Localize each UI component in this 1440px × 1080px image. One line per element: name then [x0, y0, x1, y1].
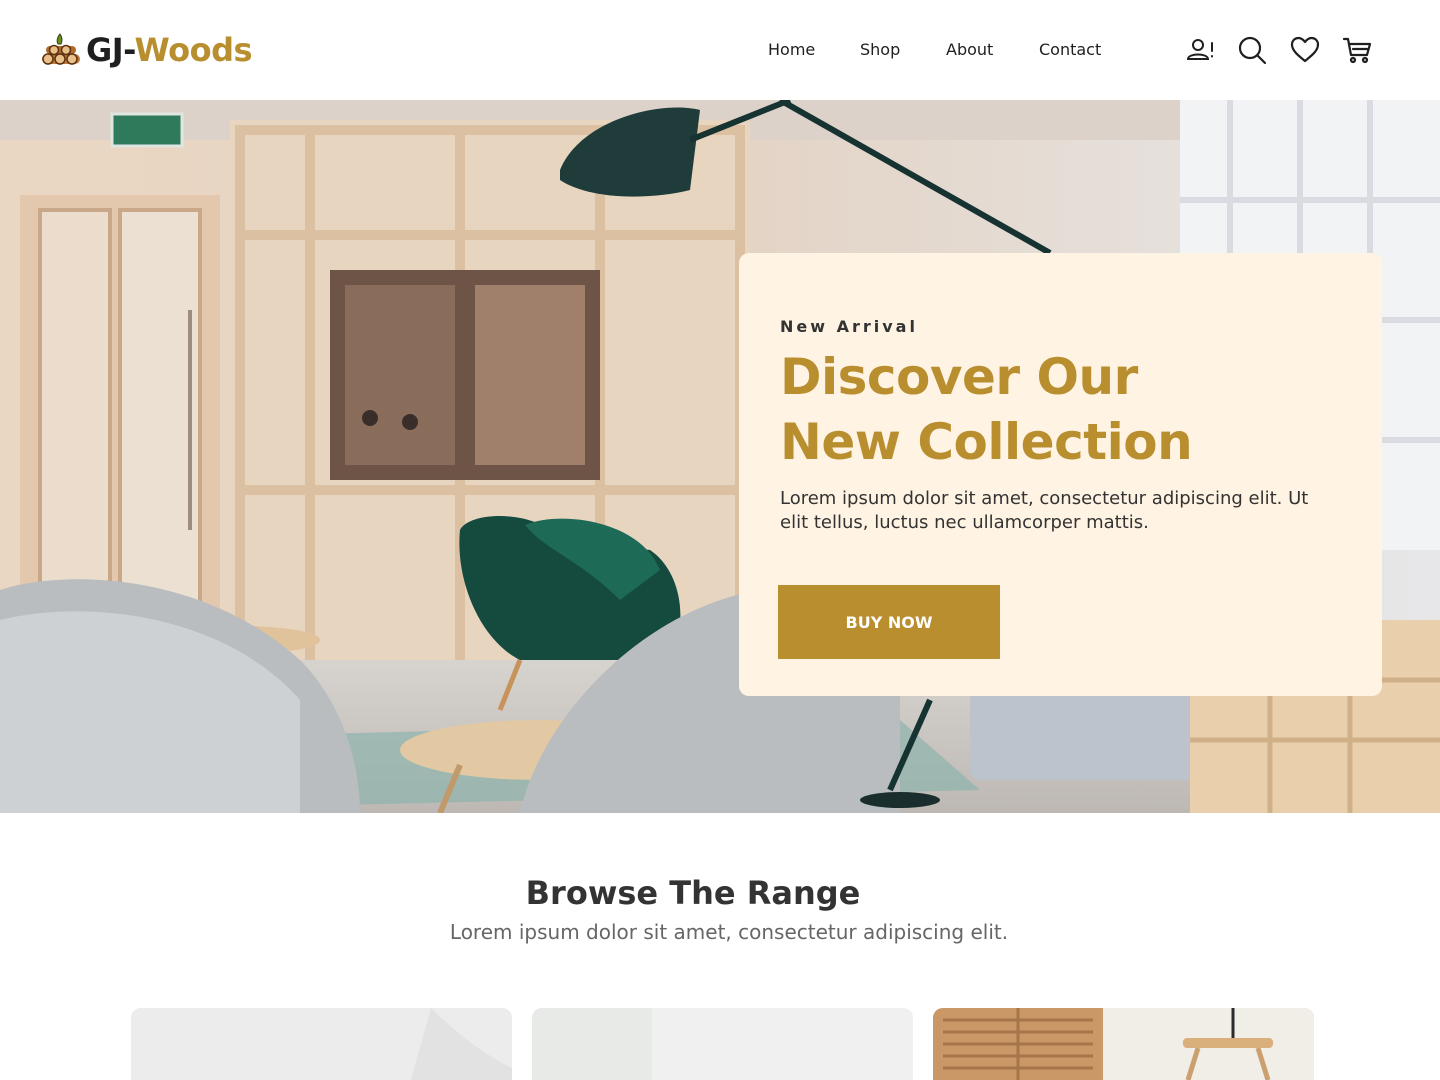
brand-name-part2: Woods [134, 31, 253, 69]
nav-home[interactable]: Home [768, 38, 815, 62]
buy-now-button[interactable]: BUY NOW [778, 585, 1000, 659]
hero-promo-card: New Arrival Discover Our New Collection … [739, 253, 1382, 696]
hero-title-line1: Discover Our [780, 348, 1138, 406]
hero-title: Discover Our New Collection [780, 345, 1340, 475]
hero-title-line2: New Collection [780, 413, 1193, 471]
wood-logs-icon [42, 33, 80, 65]
range-card-1[interactable] [131, 1008, 512, 1080]
range-card-3[interactable] [933, 1008, 1314, 1080]
hero-eyebrow: New Arrival [780, 317, 918, 336]
range-image-3 [933, 1008, 1314, 1080]
range-image-2 [532, 1008, 913, 1080]
heart-icon[interactable] [1290, 35, 1320, 65]
hero-description: Lorem ipsum dolor sit amet, consectetur … [780, 488, 1309, 533]
browse-title: Browse The Range [525, 874, 861, 912]
range-card-2[interactable] [532, 1008, 913, 1080]
hero-section: New Arrival Discover Our New Collection … [0, 100, 1440, 813]
nav-shop[interactable]: Shop [860, 38, 900, 62]
brand-name-part1: GJ- [86, 31, 135, 69]
search-icon[interactable] [1237, 35, 1267, 65]
browse-subtitle: Lorem ipsum dolor sit amet, consectetur … [449, 920, 1009, 944]
nav-contact[interactable]: Contact [1039, 38, 1101, 62]
cart-icon[interactable] [1342, 35, 1372, 65]
brand-logo[interactable]: GJ-Woods [40, 30, 253, 70]
site-header: GJ-Woods Home Shop About Contact [0, 0, 1440, 100]
range-image-1 [131, 1008, 512, 1080]
nav-about[interactable]: About [946, 38, 993, 62]
user-alert-icon[interactable] [1185, 35, 1215, 65]
